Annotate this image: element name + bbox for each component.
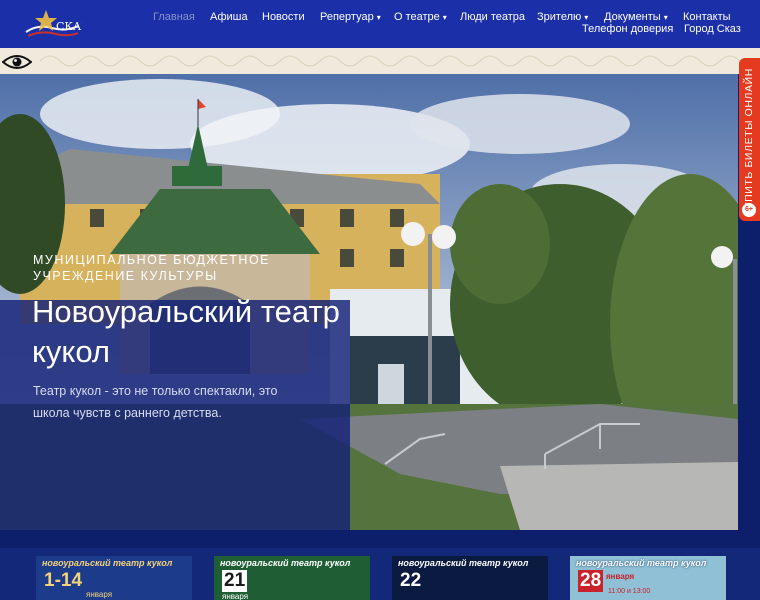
poster-month: января (86, 590, 113, 599)
poster-date: 21 (222, 570, 248, 592)
poster-month: января (222, 592, 249, 600)
age-rating-badge: 6+ (742, 203, 756, 217)
nav-item-spectators[interactable]: Зрителю ▾ (537, 11, 588, 23)
nav-item-repertoire[interactable]: Репертуар ▾ (320, 11, 381, 23)
chevron-down-icon: ▾ (442, 13, 447, 22)
poster-brand: новоуральский театр кукол (220, 558, 351, 568)
poster-date: 22 (400, 570, 422, 591)
buy-tickets-online-tab[interactable]: КУПИТЬ БИЛЕТЫ ОНЛАЙН 6+ (739, 58, 760, 221)
poster-brand: новоуральский театр кукол (576, 558, 707, 568)
event-poster[interactable]: новоуральский театр кукол 28 января 11:0… (570, 556, 726, 600)
nav-item-afisha[interactable]: Афиша (210, 11, 248, 23)
nav-item-about[interactable]: О театре ▾ (394, 11, 447, 23)
hero-description: Театр кукол - это не только спектакли, э… (33, 384, 278, 420)
nav-item-documents[interactable]: Документы ▾ (604, 11, 668, 23)
event-poster[interactable]: новоуральский театр кукол 22 (392, 556, 548, 600)
poster-brand: новоуральский театр кукол (398, 558, 529, 568)
chevron-down-icon: ▾ (663, 13, 668, 22)
buy-tickets-label: КУПИТЬ БИЛЕТЫ ОНЛАЙН (743, 68, 755, 216)
hero-subtitle: МУНИЦИПАЛЬНОЕ БЮДЖЕТНОЕ УЧРЕЖДЕНИЕ КУЛЬТ… (33, 253, 271, 283)
nav-item-city-skaz[interactable]: Город Сказ (684, 23, 741, 35)
event-poster[interactable]: новоуральский театр кукол 1-14 января (36, 556, 192, 600)
poster-time: 11:00 и 13:00 (608, 588, 651, 595)
poster-month: января (606, 572, 635, 581)
nav-item-home[interactable]: Главная (153, 11, 195, 23)
event-poster[interactable]: новоуральский театр кукол 21 января (214, 556, 370, 600)
nav-item-news[interactable]: Новости (262, 11, 305, 23)
nav-item-people[interactable]: Люди театра (460, 11, 525, 23)
chevron-down-icon: ▾ (584, 13, 589, 22)
main-menu-row-2: Телефон доверия Город Сказ (0, 23, 760, 39)
ornament-strip (0, 48, 760, 74)
poster-date: 1-14 (44, 570, 83, 591)
poster-brand: новоуральский театр кукол (42, 558, 173, 568)
nav-item-contacts[interactable]: Контакты (683, 11, 731, 23)
top-navbar: СКАЗ Главная Афиша Новости Репертуар▾ О … (0, 0, 760, 48)
poster-date: 28 (578, 570, 604, 592)
eye-icon[interactable] (1, 53, 33, 71)
nav-item-hotline[interactable]: Телефон доверия (582, 23, 673, 35)
chevron-down-icon: ▾ (376, 13, 381, 22)
hero-title: Новоуральский театр кукол (32, 294, 340, 369)
